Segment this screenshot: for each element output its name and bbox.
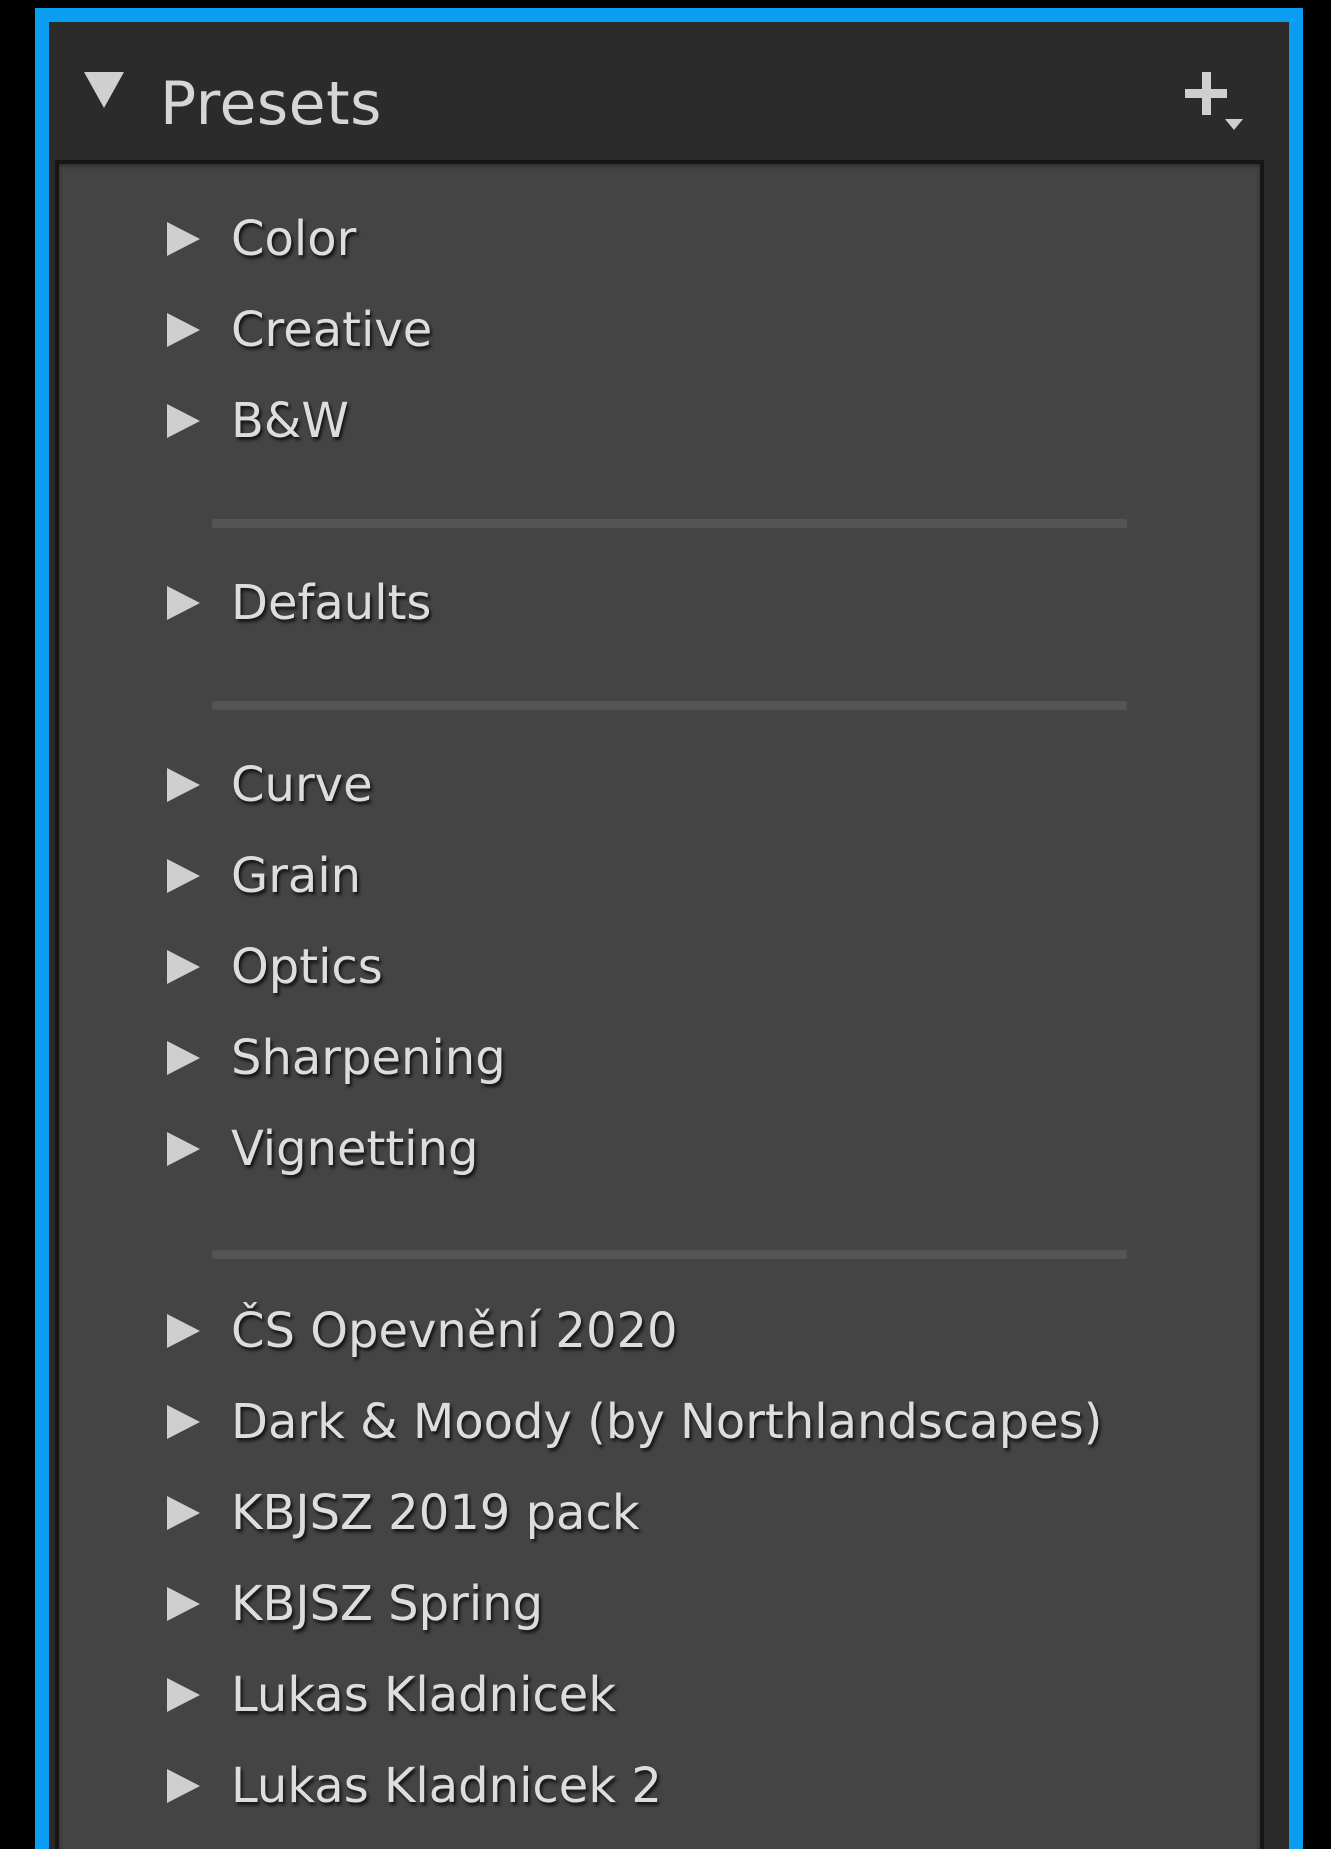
preset-group-item[interactable]: ČS Opevnění 2020	[59, 1291, 1260, 1371]
expand-triangle-icon	[167, 1405, 200, 1439]
preset-group-label: Lukas Kladnicek	[231, 1667, 617, 1723]
preset-group-item[interactable]: Optics	[59, 927, 1260, 1007]
preset-group-item[interactable]: Sharpening	[59, 1018, 1260, 1098]
preset-group-label: ČS Opevnění 2020	[231, 1303, 678, 1359]
expand-triangle-icon	[167, 1496, 200, 1530]
preset-group-label: Dark & Moody (by Northlandscapes)	[231, 1394, 1103, 1450]
expand-triangle-icon	[167, 1678, 200, 1712]
preset-group-item[interactable]: Dark & Moody (by Northlandscapes)	[59, 1382, 1260, 1462]
preset-list-panel: Color Creative B&W Defaults Curve Grain …	[55, 160, 1264, 1849]
expand-triangle-icon	[167, 404, 200, 438]
preset-group-item[interactable]: Curve	[59, 745, 1260, 825]
presets-header[interactable]: Presets	[49, 22, 1289, 155]
dropdown-caret-icon	[1225, 119, 1243, 130]
preset-group-item[interactable]: B&W	[59, 381, 1260, 461]
expand-triangle-icon	[167, 1041, 200, 1075]
preset-group-item[interactable]: KBJSZ Spring	[59, 1564, 1260, 1644]
preset-group-item[interactable]: Vignetting	[59, 1109, 1260, 1189]
preset-group-label: Grain	[231, 848, 362, 904]
preset-group-label: Creative	[231, 302, 433, 358]
expand-triangle-icon	[167, 222, 200, 256]
expand-triangle-icon	[167, 1587, 200, 1621]
panel-title: Presets	[160, 69, 382, 139]
preset-group-item[interactable]: Color	[59, 199, 1260, 279]
preset-group-label: Color	[231, 211, 357, 267]
preset-group-label: Vignetting	[231, 1121, 479, 1177]
add-preset-icon[interactable]	[1181, 67, 1247, 133]
preset-group-item[interactable]: Grain	[59, 836, 1260, 916]
expand-triangle-icon	[167, 586, 200, 620]
preset-group-label: KBJSZ Spring	[231, 1576, 544, 1632]
expand-triangle-icon	[167, 313, 200, 347]
preset-group-label: Defaults	[231, 575, 432, 631]
preset-group-item[interactable]: Lukas Kladnicek 2	[59, 1746, 1260, 1826]
presets-panel-frame: Presets Color Creative B&W Defaults Curv…	[35, 8, 1303, 1849]
preset-group-item[interactable]: Defaults	[59, 563, 1260, 643]
preset-group-label: Lukas Kladnicek 2	[231, 1758, 662, 1814]
preset-group-label: KBJSZ 2019 pack	[231, 1485, 640, 1541]
expand-triangle-icon	[167, 859, 200, 893]
group-divider	[212, 701, 1127, 710]
preset-group-item[interactable]: Creative	[59, 290, 1260, 370]
expand-triangle-icon	[167, 1769, 200, 1803]
preset-group-item[interactable]: KBJSZ 2019 pack	[59, 1473, 1260, 1553]
expand-triangle-icon	[167, 768, 200, 802]
group-divider	[212, 519, 1127, 528]
preset-group-label: Curve	[231, 757, 373, 813]
preset-group-label: Optics	[231, 939, 383, 995]
preset-group-item[interactable]: Lukas Kladnicek	[59, 1655, 1260, 1735]
group-divider	[212, 1250, 1127, 1259]
preset-group-label: B&W	[231, 393, 349, 449]
plus-vertical-bar	[1202, 72, 1211, 115]
expand-triangle-icon	[167, 1314, 200, 1348]
preset-group-label: Sharpening	[231, 1030, 506, 1086]
expand-triangle-icon	[167, 1132, 200, 1166]
expand-triangle-icon	[167, 950, 200, 984]
collapse-triangle-icon[interactable]	[84, 72, 124, 108]
